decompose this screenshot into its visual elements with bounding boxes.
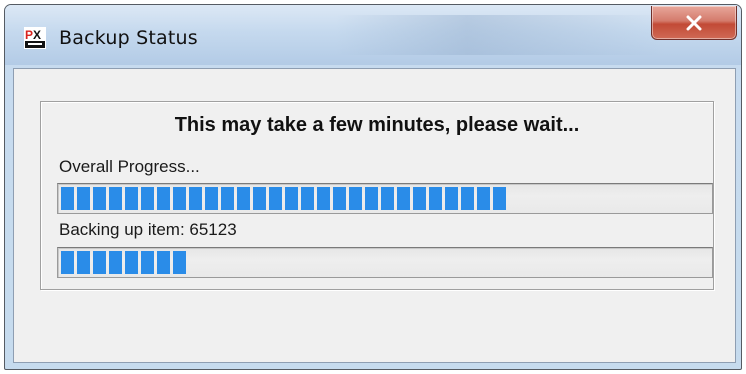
overall-progress-label: Overall Progress...: [59, 157, 200, 176]
dialog-body: This may take a few minutes, please wait…: [13, 68, 736, 363]
title-bar-glass: [335, 15, 665, 55]
svg-text:P: P: [25, 28, 33, 42]
overall-progress-fill: [61, 187, 506, 210]
app-icon: P X: [24, 27, 46, 49]
close-button[interactable]: [651, 6, 737, 40]
progress-group: This may take a few minutes, please wait…: [40, 101, 714, 290]
backing-up-item-label: Backing up item: 65123: [59, 220, 237, 239]
wait-heading: This may take a few minutes, please wait…: [174, 114, 580, 136]
overall-progress-bar: [57, 183, 713, 214]
backup-status-window: P X Backup Status This may take a few mi…: [4, 4, 742, 370]
window-title: Backup Status: [59, 27, 198, 49]
item-progress-fill: [61, 251, 186, 274]
title-bar[interactable]: P X Backup Status: [5, 5, 741, 65]
close-icon: [685, 15, 703, 31]
item-progress-bar: [57, 247, 713, 278]
svg-text:X: X: [33, 28, 41, 42]
